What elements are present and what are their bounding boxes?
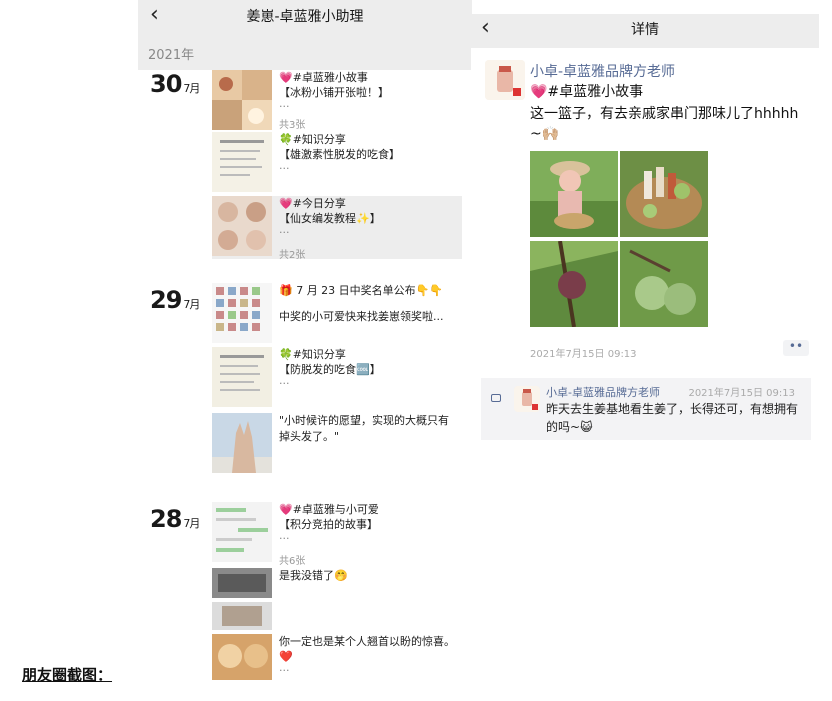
list-item[interactable]: 是我没错了🤭 xyxy=(212,568,462,600)
list-item-selected[interactable]: 💗#今日分享 【仙女编发教程✨】... 共2张 xyxy=(212,196,462,261)
moment-detail-screen: ‹ 详情 小卓-卓蓝雅品牌方老师 💗#卓蓝雅小故事 这一篮子，有去亲戚家串门那味… xyxy=(471,14,819,446)
comment-timestamp: 2021年7月15日 09:13 xyxy=(688,388,795,399)
comment-box: 小卓-卓蓝雅品牌方老师 2021年7月15日 09:13 昨天去生姜基地看生姜了… xyxy=(481,378,811,440)
post-title: 【防脱发的吃食🆒】 xyxy=(279,363,381,376)
post-thumbnail xyxy=(212,602,272,630)
post-title: "小时候许的愿望，实现的大概只有掉头发了。" xyxy=(279,414,450,443)
post-body-line2: ~🙌🏼 xyxy=(530,126,560,142)
album-header: ‹ 姜崽-卓蓝雅小助理 2021年 xyxy=(138,0,472,70)
photo[interactable] xyxy=(530,151,618,237)
post-tag: 💗#今日分享 xyxy=(279,197,346,210)
post-excerpt: 中奖的小可爱快来找姜崽领奖啦... xyxy=(279,310,444,323)
image-count: 共3张 xyxy=(279,120,306,131)
comment-text: 昨天去生姜基地看生姜了，长得还可，有想拥有的吗~😺 xyxy=(546,402,799,434)
avatar[interactable] xyxy=(485,60,525,100)
photo[interactable] xyxy=(620,151,708,237)
post-timestamp: 2021年7月15日 09:13 xyxy=(530,349,637,360)
list-item[interactable]: 🎁 7 月 23 日中奖名单公布👇👇 中奖的小可爱快来找姜崽领奖啦... xyxy=(212,283,462,347)
post-thumbnail xyxy=(212,347,272,407)
more-icon[interactable]: •• xyxy=(783,340,809,356)
post-emoji: ❤️ xyxy=(279,650,293,663)
post-thumbnail xyxy=(212,132,272,192)
post-title: 【雄激素性脱发的吃食】 xyxy=(279,148,400,161)
photo-grid xyxy=(530,151,710,327)
list-item[interactable]: 🍀#知识分享 【防脱发的吃食🆒】... xyxy=(212,347,462,411)
list-item[interactable]: 💗#卓蓝雅与小可爱 【积分竞拍的故事】... 共6张 xyxy=(212,502,462,567)
caption: 朋友圈截图： xyxy=(22,666,113,684)
detail-header: ‹ 详情 xyxy=(471,14,819,48)
list-item xyxy=(212,602,462,632)
author-name[interactable]: 小卓-卓蓝雅品牌方老师 xyxy=(530,61,675,81)
post-body-line1: 这一篮子，有去亲戚家串门那味儿了hhhhh xyxy=(530,106,799,122)
commenter-avatar[interactable] xyxy=(514,386,540,412)
image-count: 共6张 xyxy=(279,556,306,567)
post-thumbnail xyxy=(212,502,272,562)
photo[interactable] xyxy=(530,241,618,327)
post-title: 【仙女编发教程✨】 xyxy=(279,212,381,225)
post-tag: 🍀#知识分享 xyxy=(279,348,346,361)
day-label: 30 7月 xyxy=(150,70,200,98)
year-label: 2021年 xyxy=(148,48,195,63)
post-tag: 💗#卓蓝雅与小可爱 xyxy=(279,503,379,516)
post-tag: 🍀#知识分享 xyxy=(279,133,346,146)
day-label: 29 7月 xyxy=(150,286,200,314)
image-count: 共2张 xyxy=(279,250,306,261)
post-thumbnail xyxy=(212,634,272,680)
moments-album-screen: ‹ 姜崽-卓蓝雅小助理 2021年 30 7月 💗#卓蓝雅小故事【冰粉小铺开张啦！… xyxy=(138,0,472,701)
post-title: 【冰粉小铺开张啦！】 xyxy=(279,86,389,99)
post-thumbnail xyxy=(212,413,272,473)
post-title: 你一定也是某个人翘首以盼的惊喜。 xyxy=(279,635,455,648)
post-thumbnail xyxy=(212,70,272,130)
album-title: 姜崽-卓蓝雅小助理 xyxy=(246,9,364,25)
post-tag: 💗#卓蓝雅小故事 xyxy=(530,84,644,100)
day-label: 28 7月 xyxy=(150,505,200,533)
list-item[interactable]: 🍀#知识分享 【雄激素性脱发的吃食】... xyxy=(212,132,462,196)
post-title: 🎁 7 月 23 日中奖名单公布👇👇 xyxy=(279,284,444,297)
comment-icon xyxy=(491,394,501,402)
post-thumbnail xyxy=(212,568,272,598)
detail-title: 详情 xyxy=(631,22,659,38)
post-title: 【积分竞拍的故事】 xyxy=(279,518,378,531)
list-item[interactable]: 你一定也是某个人翘首以盼的惊喜。 ❤️... xyxy=(212,634,462,682)
post-tag: 💗#卓蓝雅小故事 xyxy=(279,71,368,84)
post-thumbnail xyxy=(212,196,272,256)
list-item[interactable]: 💗#卓蓝雅小故事 【冰粉小铺开张啦！】... 共3张 xyxy=(212,70,462,132)
post-thumbnail xyxy=(212,283,272,343)
list-item[interactable]: "小时候许的愿望，实现的大概只有掉头发了。" xyxy=(212,413,462,477)
commenter-name[interactable]: 小卓-卓蓝雅品牌方老师 xyxy=(546,384,660,400)
post-title: 是我没错了🤭 xyxy=(279,569,348,582)
photo[interactable] xyxy=(620,241,708,327)
